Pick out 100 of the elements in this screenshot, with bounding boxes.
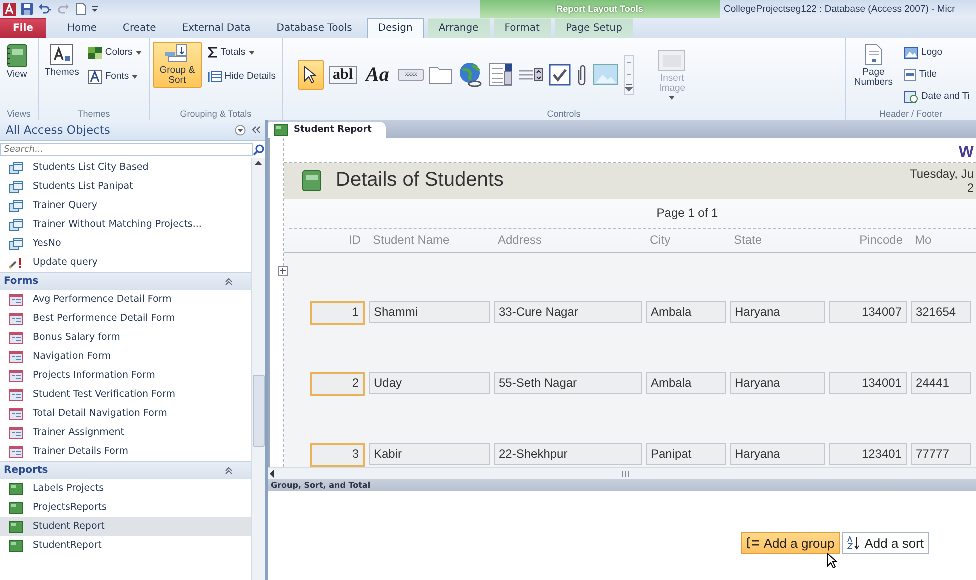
ribbon-tab[interactable]: Page Setup (554, 18, 634, 38)
hide-details-icon (208, 70, 222, 82)
navigation-item[interactable]: Total Detail Navigation Form (0, 404, 251, 423)
query-icon (9, 162, 23, 174)
navigation-item[interactable]: Avg Performence Detail Form (0, 290, 251, 309)
navigation-item[interactable]: Trainer Assignment (0, 423, 251, 442)
group-label: Themes (76, 108, 112, 120)
date-and-time-button[interactable]: Date and Ti (901, 86, 973, 107)
collapse-chevron-icon[interactable] (225, 278, 233, 286)
table-cell: 55-Seth Nagar (494, 372, 642, 394)
dropdown-arrow-icon[interactable] (132, 74, 138, 78)
color-squares-icon (88, 46, 102, 58)
undo-icon[interactable] (38, 3, 52, 15)
checkbox-icon[interactable] (549, 64, 572, 86)
view-button[interactable]: View (3, 42, 31, 82)
ribbon-tab[interactable]: Database Tools (266, 18, 364, 38)
table-cell: 134001 (829, 372, 907, 394)
form-icon (9, 312, 23, 324)
table-cell: Ambala (646, 301, 726, 323)
fonts-button[interactable]: Fonts (85, 66, 145, 87)
list-box-icon[interactable] (518, 68, 544, 82)
notebook-icon (6, 44, 28, 68)
report-date: Tuesday, Ju (910, 166, 974, 181)
dropdown-arrow-icon[interactable] (248, 50, 255, 54)
navigation-item[interactable]: Bonus Salary form (0, 328, 251, 347)
collapse-chevron-icon[interactable] (225, 466, 233, 474)
page-numbers-button[interactable]: Page Numbers (849, 42, 898, 90)
totals-button[interactable]: Totals (204, 42, 279, 63)
layout-selector-icon[interactable] (278, 266, 288, 276)
hide-details-button[interactable]: Hide Details (204, 66, 279, 87)
logo-button[interactable]: Logo (901, 42, 973, 63)
column-header: ID (348, 233, 362, 248)
themes-button[interactable]: Themes (42, 42, 82, 80)
scroll-grip-icon[interactable] (622, 470, 630, 476)
ribbon-tab[interactable]: Format (494, 18, 551, 38)
navigation-item[interactable]: Student Test Verification Form (0, 385, 251, 404)
navigation-item[interactable]: Labels Projects (0, 479, 251, 498)
navigation-item[interactable]: YesNo (0, 234, 251, 253)
dropdown-circle-icon[interactable] (235, 124, 246, 136)
dropdown-arrow-icon[interactable] (136, 50, 142, 54)
customize-menu-icon[interactable] (91, 5, 99, 13)
scroll-up-icon[interactable] (255, 161, 262, 165)
search-field[interactable]: Search... (0, 143, 253, 156)
column-header: Mo (914, 233, 933, 248)
navigation-item[interactable]: Student Report (0, 517, 251, 536)
title-button[interactable]: Title (901, 64, 973, 85)
ribbon-tab[interactable]: Arrange (428, 18, 490, 38)
colors-button[interactable]: Colors (85, 42, 145, 63)
ribbon-tab[interactable]: File (0, 18, 46, 38)
search-icon[interactable] (253, 144, 265, 156)
scrollbar-thumb[interactable] (252, 375, 264, 447)
navigation-item[interactable]: Trainer Without Matching Projects... (0, 215, 251, 234)
text-box-control-button[interactable]: abl (329, 66, 358, 84)
navigation-item[interactable]: Trainer Details Form (0, 442, 251, 461)
add-sort-button[interactable]: Add a sort (842, 532, 929, 554)
form-icon (9, 332, 23, 344)
page-number: Page 1 of 1 (289, 198, 976, 229)
navigation-item[interactable]: Navigation Form (0, 347, 251, 366)
save-icon[interactable] (21, 3, 33, 15)
pane-title: All Access Objects (6, 123, 110, 137)
sort-icon (846, 536, 861, 550)
section-header[interactable]: Forms (0, 272, 251, 290)
group-sort-button[interactable]: Group & Sort (153, 42, 202, 88)
sigma-icon (208, 47, 218, 58)
navigation-item[interactable]: StudentReport (0, 536, 251, 555)
navigation-item[interactable]: ProjectsReports (0, 498, 251, 517)
navigation-item[interactable]: Students List City Based (0, 158, 251, 177)
section-header[interactable]: Reports (0, 461, 251, 479)
tab-control-icon[interactable] (429, 65, 454, 85)
navigation-item[interactable]: Best Performence Detail Form (0, 309, 251, 328)
app-logo-icon[interactable] (3, 2, 16, 16)
column-header: Address (497, 233, 544, 248)
label-control-button[interactable]: Aa (362, 60, 394, 90)
form-icon (9, 388, 23, 400)
navigation-item[interactable]: Students List Panipat (0, 177, 251, 196)
paperclip-icon[interactable] (576, 64, 588, 86)
report-icon (9, 540, 23, 552)
report-icon (9, 520, 23, 532)
font-icon (88, 70, 102, 84)
combo-box-icon[interactable] (489, 63, 514, 87)
table-cell: Haryana (730, 301, 825, 323)
add-group-button[interactable]: Add a group (740, 532, 840, 554)
pane-title-bar: Group, Sort, and Total (268, 479, 976, 491)
navigation-item[interactable]: Projects Information Form (0, 366, 251, 385)
globe-link-icon[interactable] (458, 62, 484, 88)
query-icon (9, 218, 23, 230)
ribbon-tab[interactable]: Design (367, 18, 424, 38)
table-cell: 3 (310, 443, 365, 467)
gallery-scroll-icon[interactable] (624, 55, 634, 95)
select-pointer-button[interactable] (298, 60, 324, 90)
ribbon-tab[interactable]: External Data (171, 18, 262, 38)
navigation-item[interactable]: Trainer Query (0, 196, 251, 215)
new-document-icon[interactable] (76, 3, 86, 15)
collapse-pane-icon[interactable] (252, 126, 261, 134)
ribbon-tab[interactable]: Create (112, 18, 168, 38)
table-cell: 77777 (911, 443, 971, 465)
document-tab[interactable]: Student Report (268, 122, 386, 138)
navigation-item[interactable]: Update query (0, 253, 251, 272)
horizontal-scrollbar[interactable] (268, 467, 976, 479)
ribbon-tab[interactable]: Home (56, 18, 108, 38)
